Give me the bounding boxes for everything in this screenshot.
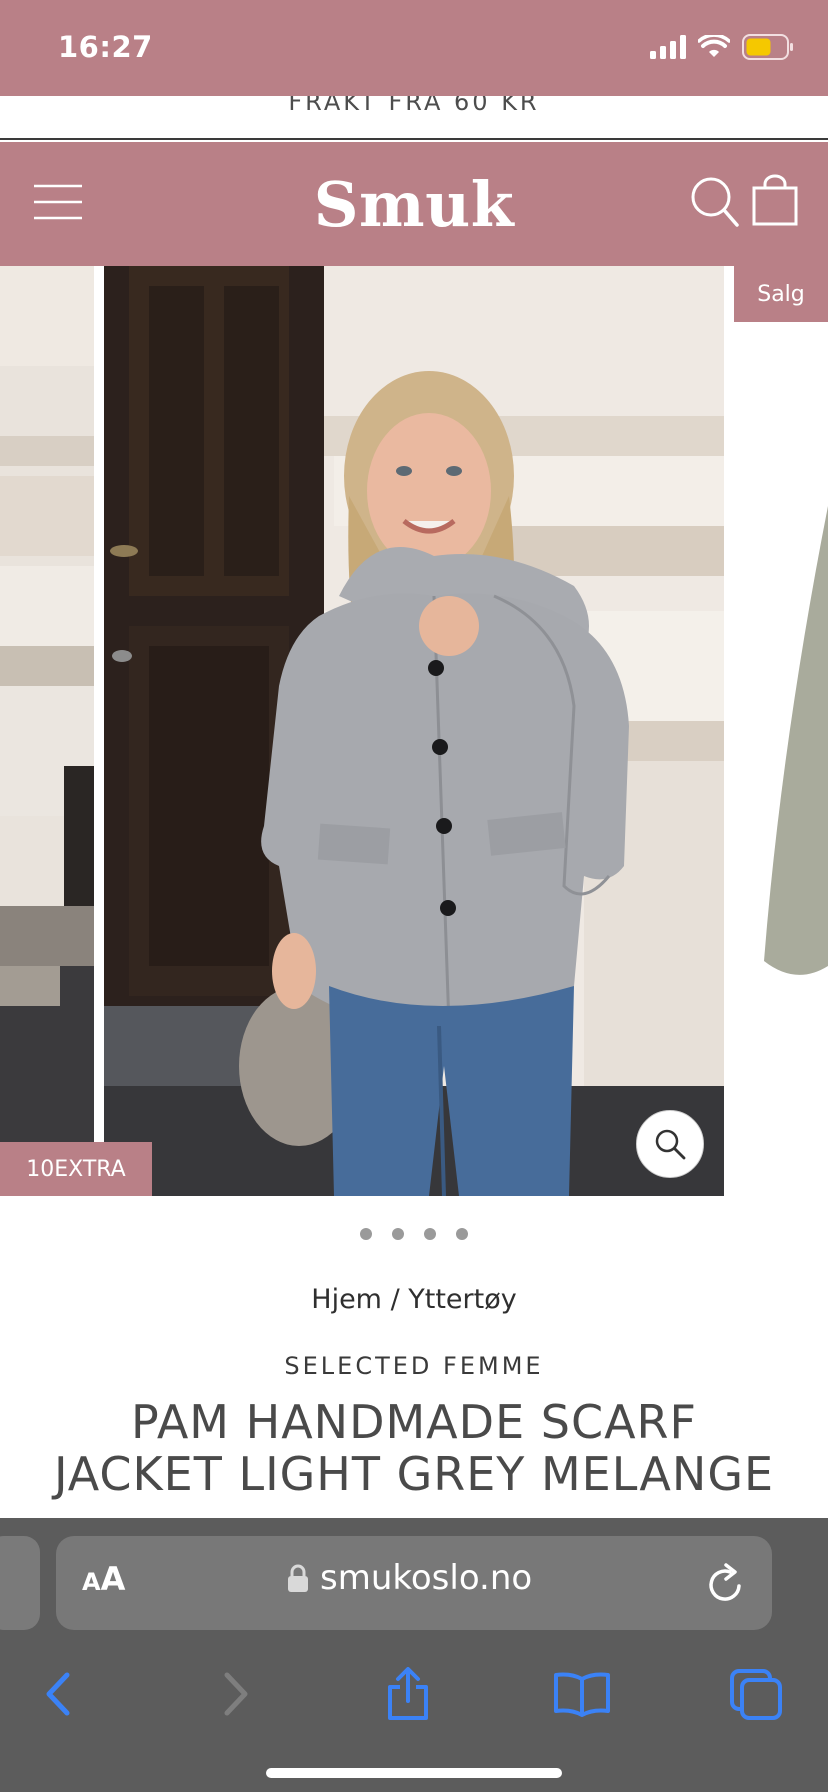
product-gallery[interactable]: Salg 10EXTRA (0, 266, 828, 1196)
search-icon (691, 177, 739, 227)
discount-code-badge: 10EXTRA (0, 1142, 152, 1196)
pagination-dot[interactable] (424, 1228, 436, 1240)
product-brand[interactable]: SELECTED FEMME (0, 1352, 828, 1380)
url-text: smukoslo.no (320, 1558, 533, 1598)
gallery-image-next[interactable] (736, 266, 828, 1196)
shopping-bag-icon (752, 174, 798, 226)
tabs-button[interactable] (726, 1664, 786, 1724)
status-icons (650, 34, 794, 60)
gallery-image-main[interactable] (104, 266, 724, 1196)
breadcrumb-home-link[interactable]: Hjem (311, 1284, 382, 1315)
share-icon (388, 1667, 428, 1720)
breadcrumb-separator: / (381, 1284, 409, 1315)
breadcrumb-category-link[interactable]: Yttertøy (408, 1284, 516, 1315)
aa-small-label: A (82, 1568, 101, 1596)
promo-strip: FRAKT FRA 60 KR (0, 96, 828, 140)
aa-big-label: A (100, 1560, 126, 1598)
back-button[interactable] (28, 1664, 88, 1724)
site-header: Smuk (0, 142, 828, 266)
breadcrumb: Hjem / Yttertøy (0, 1284, 828, 1315)
reader-settings-button[interactable]: AA (82, 1560, 125, 1598)
reload-button[interactable] (706, 1562, 746, 1604)
bookmarks-icon (554, 1672, 610, 1717)
wifi-icon (698, 35, 730, 57)
pagination-dot[interactable] (360, 1228, 372, 1240)
back-icon (46, 1672, 70, 1716)
search-button[interactable] (690, 176, 740, 228)
url-display[interactable]: smukoslo.no (288, 1558, 532, 1598)
sale-badge: Salg (734, 266, 828, 322)
previous-tab-preview[interactable] (0, 1536, 40, 1630)
pagination-dot[interactable] (456, 1228, 468, 1240)
bookmarks-button[interactable] (552, 1664, 612, 1724)
status-bar: 16:27 (0, 0, 828, 96)
signal-icon (650, 35, 686, 59)
gallery-image-previous[interactable] (0, 266, 94, 1196)
product-photo (104, 266, 724, 1196)
pagination-dot[interactable] (392, 1228, 404, 1240)
gallery-pagination[interactable] (0, 1228, 828, 1240)
next-product-image (736, 266, 828, 1196)
product-title: PAM HANDMADE SCARF JACKET LIGHT GREY MEL… (53, 1396, 775, 1501)
reload-icon (709, 1563, 741, 1601)
share-button[interactable] (378, 1664, 438, 1724)
zoom-button[interactable] (636, 1110, 704, 1178)
home-indicator[interactable] (266, 1768, 562, 1778)
tabs-icon (730, 1669, 782, 1720)
forward-button[interactable] (206, 1664, 266, 1724)
cart-button[interactable] (752, 174, 798, 226)
battery-icon (742, 34, 793, 60)
browser-bar: AA smukoslo.no (0, 1518, 828, 1792)
browser-toolbar (0, 1650, 828, 1740)
status-time: 16:27 (58, 30, 153, 64)
forward-icon (224, 1672, 248, 1716)
promo-text: FRAKT FRA 60 KR (288, 96, 540, 116)
lock-icon (288, 1564, 308, 1592)
zoom-icon (655, 1129, 686, 1160)
